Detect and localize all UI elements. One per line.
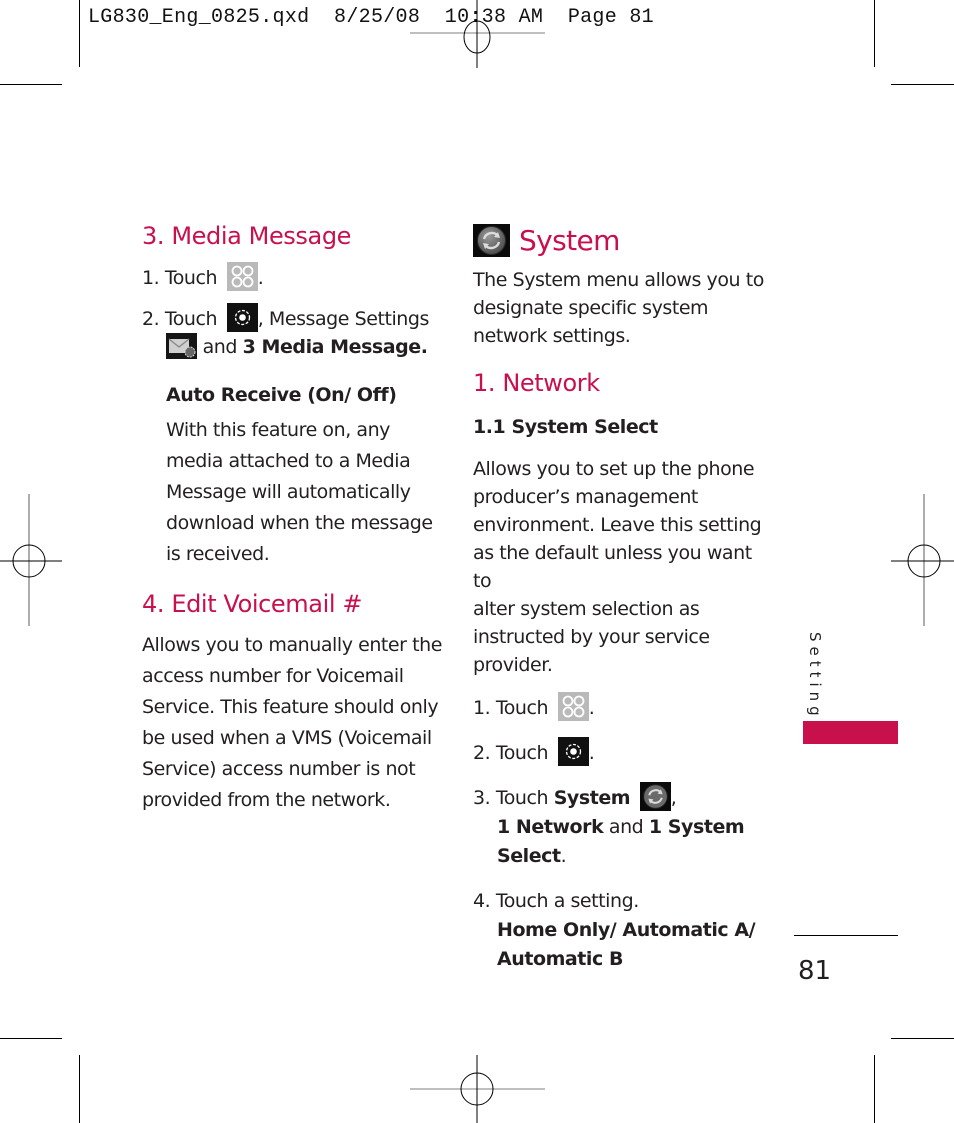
auto-receive-heading: Auto Receive (On/ Off) (166, 383, 397, 406)
menu-grid-icon (557, 692, 589, 721)
media-message-step-2: 2. Touch , Message Settings and 3 Media … (142, 303, 442, 361)
network-step-3: 3. Touch System , 1 Network and 1 System… (473, 782, 773, 871)
section-heading-edit-voicemail: 4. Edit Voicemail # (142, 590, 363, 618)
crop-mark (79, 0, 80, 67)
crop-mark (79, 1055, 80, 1123)
footer-rule (794, 935, 898, 936)
print-slug: LG830_Eng_0825.qxd 8/25/08 10:38 AM Page… (88, 6, 654, 29)
crop-mark (874, 0, 875, 67)
registration-mark-left (0, 494, 62, 626)
message-settings-icon (166, 332, 197, 359)
system-select-description: Allows you to set up the phone producer’… (473, 458, 762, 676)
system-title-row: System (473, 222, 773, 258)
crop-mark (891, 1038, 954, 1039)
auto-receive-description: With this feature on, any media attached… (166, 418, 433, 565)
slug-filename: LG830_Eng_0825.qxd (88, 6, 310, 29)
settings-gear-icon (557, 737, 589, 766)
system-intro: The System menu allows you to designate … (473, 269, 764, 347)
crop-mark (891, 84, 954, 85)
side-tab-label: Settings (806, 632, 824, 734)
page-number: 81 (798, 956, 832, 986)
crop-mark (0, 84, 62, 85)
section-heading-media-message: 3. Media Message (142, 222, 352, 250)
menu-grid-icon (226, 262, 258, 291)
edit-voicemail-description: Allows you to manually enter the access … (142, 634, 442, 811)
section-heading-network: 1. Network (473, 369, 600, 397)
crop-mark (0, 1038, 62, 1039)
system-refresh-icon (473, 223, 510, 257)
registration-mark-bottom (410, 1055, 545, 1123)
edit-voicemail-section: 4. Edit Voicemail # Allows you to manual… (142, 590, 442, 816)
setting-options: Automatic B (497, 948, 623, 970)
system-section: System The System menu allows you to des… (473, 222, 773, 350)
registration-mark-top (410, 0, 545, 68)
crop-mark (874, 1055, 875, 1123)
network-step-2: 2. Touch . (473, 737, 773, 768)
system-refresh-icon (639, 782, 671, 811)
network-section: 1. Network 1.1 System Select Allows you … (473, 369, 773, 974)
media-message-step-1: 1. Touch . (142, 262, 442, 293)
settings-gear-icon (226, 303, 258, 332)
slug-page: Page 81 (567, 6, 654, 29)
system-page-title: System (519, 223, 620, 257)
setting-options: Home Only/ Automatic A/ (497, 919, 756, 941)
network-step-1: 1. Touch . (473, 692, 773, 723)
network-step-4: 4. Touch a setting. Home Only/ Automatic… (473, 887, 773, 974)
media-message-section: 3. Media Message 1. Touch . 2. Touch , M… (142, 222, 442, 570)
system-select-heading: 1.1 System Select (473, 416, 658, 438)
registration-mark-right (891, 494, 954, 626)
side-tab-bar (803, 721, 898, 744)
